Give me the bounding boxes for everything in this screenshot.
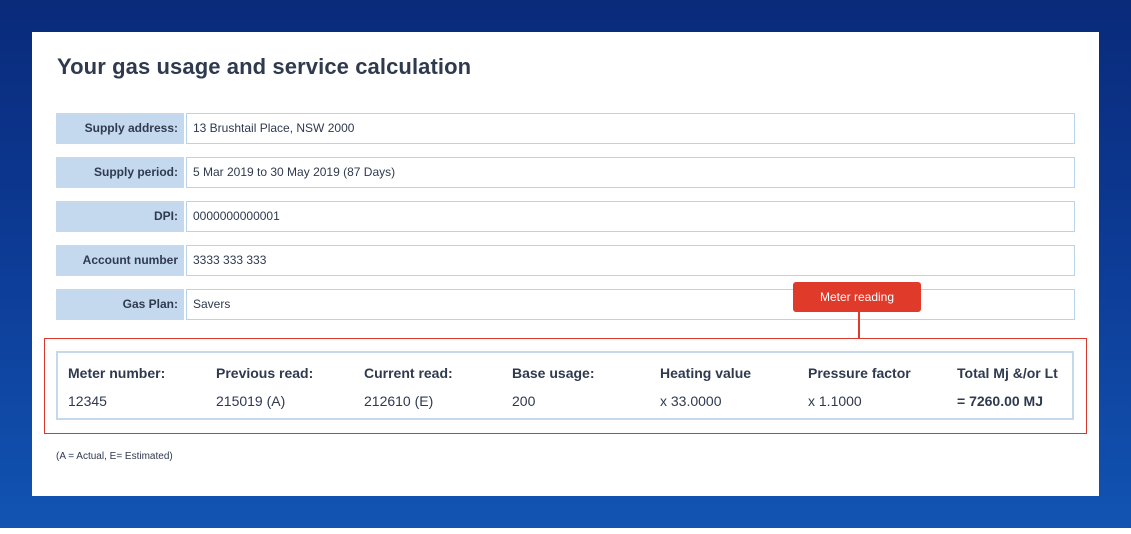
- meter-reading-highlight: Meter number: 12345 Previous read: 21501…: [44, 338, 1087, 434]
- previous-read-header: Previous read:: [216, 365, 314, 381]
- meter-number-value: 12345: [68, 393, 107, 409]
- supply-address-label: Supply address:: [56, 113, 184, 144]
- account-number-row: Account number 3333 333 333: [56, 245, 1075, 276]
- gas-plan-value: Savers: [186, 289, 1075, 320]
- account-number-label: Account number: [56, 245, 184, 276]
- gas-plan-label: Gas Plan:: [56, 289, 184, 320]
- meter-number-column: Meter number: 12345: [68, 365, 208, 409]
- gas-usage-card: Your gas usage and service calculation S…: [32, 32, 1099, 496]
- meter-reading-table: Meter number: 12345 Previous read: 21501…: [56, 351, 1074, 420]
- heating-value-column: Heating value x 33.0000: [660, 365, 800, 409]
- previous-read-column: Previous read: 215019 (A): [216, 365, 356, 409]
- base-usage-value: 200: [512, 393, 536, 409]
- supply-address-row: Supply address: 13 Brushtail Place, NSW …: [56, 113, 1075, 144]
- callout-connector: [858, 312, 860, 339]
- base-usage-column: Base usage: 200: [512, 365, 652, 409]
- supply-period-row: Supply period: 5 Mar 2019 to 30 May 2019…: [56, 157, 1075, 188]
- dpi-label: DPI:: [56, 201, 184, 232]
- current-read-value: 212610 (E): [364, 393, 434, 409]
- gas-plan-row: Gas Plan: Savers: [56, 289, 1075, 320]
- supply-address-value: 13 Brushtail Place, NSW 2000: [186, 113, 1075, 144]
- pressure-factor-value: x 1.1000: [808, 393, 862, 409]
- total-value: = 7260.00 MJ: [957, 393, 1044, 409]
- current-read-header: Current read:: [364, 365, 453, 381]
- dpi-row: DPI: 0000000000001: [56, 201, 1075, 232]
- supply-period-label: Supply period:: [56, 157, 184, 188]
- pressure-factor-header: Pressure factor: [808, 365, 911, 381]
- meter-number-header: Meter number:: [68, 365, 166, 381]
- heating-value-value: x 33.0000: [660, 393, 722, 409]
- read-type-footnote: (A = Actual, E= Estimated): [56, 451, 173, 462]
- pressure-factor-column: Pressure factor x 1.1000: [808, 365, 948, 409]
- total-column: Total Mj &/or Lt = 7260.00 MJ: [957, 365, 1067, 409]
- current-read-column: Current read: 212610 (E): [364, 365, 504, 409]
- total-header: Total Mj &/or Lt: [957, 365, 1058, 381]
- page-title: Your gas usage and service calculation: [57, 54, 472, 79]
- base-usage-header: Base usage:: [512, 365, 595, 381]
- account-number-value: 3333 333 333: [186, 245, 1075, 276]
- heating-value-header: Heating value: [660, 365, 752, 381]
- bottom-strip: [0, 528, 1131, 534]
- supply-period-value: 5 Mar 2019 to 30 May 2019 (87 Days): [186, 157, 1075, 188]
- previous-read-value: 215019 (A): [216, 393, 286, 409]
- meter-reading-callout: Meter reading: [793, 282, 921, 312]
- dpi-value: 0000000000001: [186, 201, 1075, 232]
